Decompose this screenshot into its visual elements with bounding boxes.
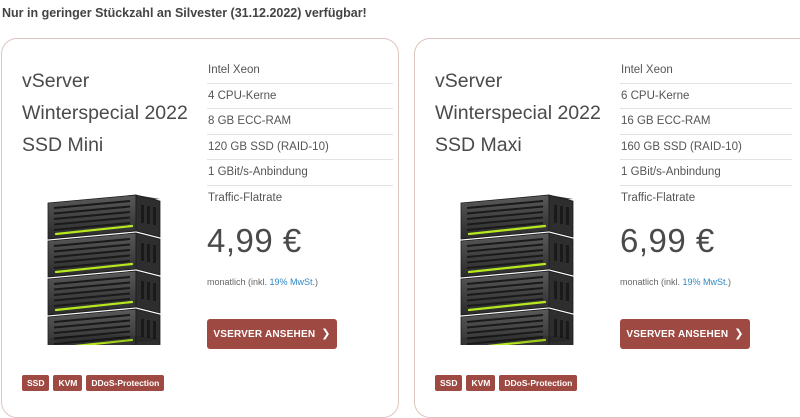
tag-kvm: KVM bbox=[53, 375, 83, 391]
spec-list: Intel Xeon 4 CPU-Kerne 8 GB ECC-RAM 120 … bbox=[207, 58, 393, 212]
vat-link[interactable]: 19% MwSt. bbox=[270, 277, 316, 287]
spec-item: 4 CPU-Kerne bbox=[207, 84, 393, 110]
availability-notice: Nur in geringer Stückzahl an Silvester (… bbox=[2, 6, 367, 20]
product-card-maxi: vServer Winterspecial 2022 SSD Maxi Inte… bbox=[414, 38, 800, 418]
tag-ddos-protection: DDoS-Protection bbox=[86, 375, 165, 391]
product-title: vServer Winterspecial 2022 SSD Maxi bbox=[435, 70, 601, 156]
spec-item: 16 GB ECC-RAM bbox=[620, 109, 792, 135]
spec-item: 1 GBit/s-Anbindung bbox=[207, 160, 393, 186]
vat-suffix: ) bbox=[315, 277, 319, 287]
vat-link[interactable]: 19% MwSt. bbox=[683, 277, 729, 287]
spec-item: 8 GB ECC-RAM bbox=[207, 109, 393, 135]
vat-note: monatlich (inkl. 19% MwSt.) bbox=[207, 277, 318, 287]
spec-item: Intel Xeon bbox=[207, 58, 393, 84]
server-rack-icon bbox=[455, 189, 580, 345]
tag-ssd: SSD bbox=[435, 375, 463, 391]
chevron-right-icon: ❯ bbox=[734, 327, 744, 340]
vat-note: monatlich (inkl. 19% MwSt.) bbox=[620, 277, 731, 287]
button-label: VSERVER ANSEHEN bbox=[213, 328, 316, 340]
button-label: VSERVER ANSEHEN bbox=[626, 328, 729, 340]
server-rack-icon bbox=[42, 189, 167, 345]
spec-item: 6 CPU-Kerne bbox=[620, 84, 792, 110]
spec-item: Traffic-Flatrate bbox=[621, 191, 696, 204]
spec-list: Intel Xeon 6 CPU-Kerne 16 GB ECC-RAM 160… bbox=[620, 58, 792, 212]
tag-ssd: SSD bbox=[22, 375, 50, 391]
chevron-right-icon: ❯ bbox=[321, 327, 331, 340]
view-vserver-button[interactable]: VSERVER ANSEHEN ❯ bbox=[207, 319, 337, 349]
feature-tags: SSD KVM DDoS-Protection bbox=[22, 375, 165, 391]
vat-prefix: monatlich (inkl. bbox=[207, 277, 270, 287]
spec-item: 160 GB SSD (RAID-10) bbox=[620, 135, 792, 161]
spec-item: Intel Xeon bbox=[620, 58, 792, 84]
price: 6,99 € bbox=[620, 222, 715, 259]
vat-suffix: ) bbox=[728, 277, 732, 287]
spec-item: 1 GBit/s-Anbindung bbox=[620, 160, 792, 186]
spec-item: Traffic-Flatrate bbox=[208, 191, 283, 204]
spec-item: 120 GB SSD (RAID-10) bbox=[207, 135, 393, 161]
tag-ddos-protection: DDoS-Protection bbox=[499, 375, 578, 391]
tag-kvm: KVM bbox=[466, 375, 496, 391]
product-card-mini: vServer Winterspecial 2022 SSD Mini Inte… bbox=[1, 38, 399, 418]
view-vserver-button[interactable]: VSERVER ANSEHEN ❯ bbox=[620, 319, 750, 349]
price: 4,99 € bbox=[207, 222, 302, 259]
product-title: vServer Winterspecial 2022 SSD Mini bbox=[22, 70, 188, 156]
feature-tags: SSD KVM DDoS-Protection bbox=[435, 375, 578, 391]
vat-prefix: monatlich (inkl. bbox=[620, 277, 683, 287]
